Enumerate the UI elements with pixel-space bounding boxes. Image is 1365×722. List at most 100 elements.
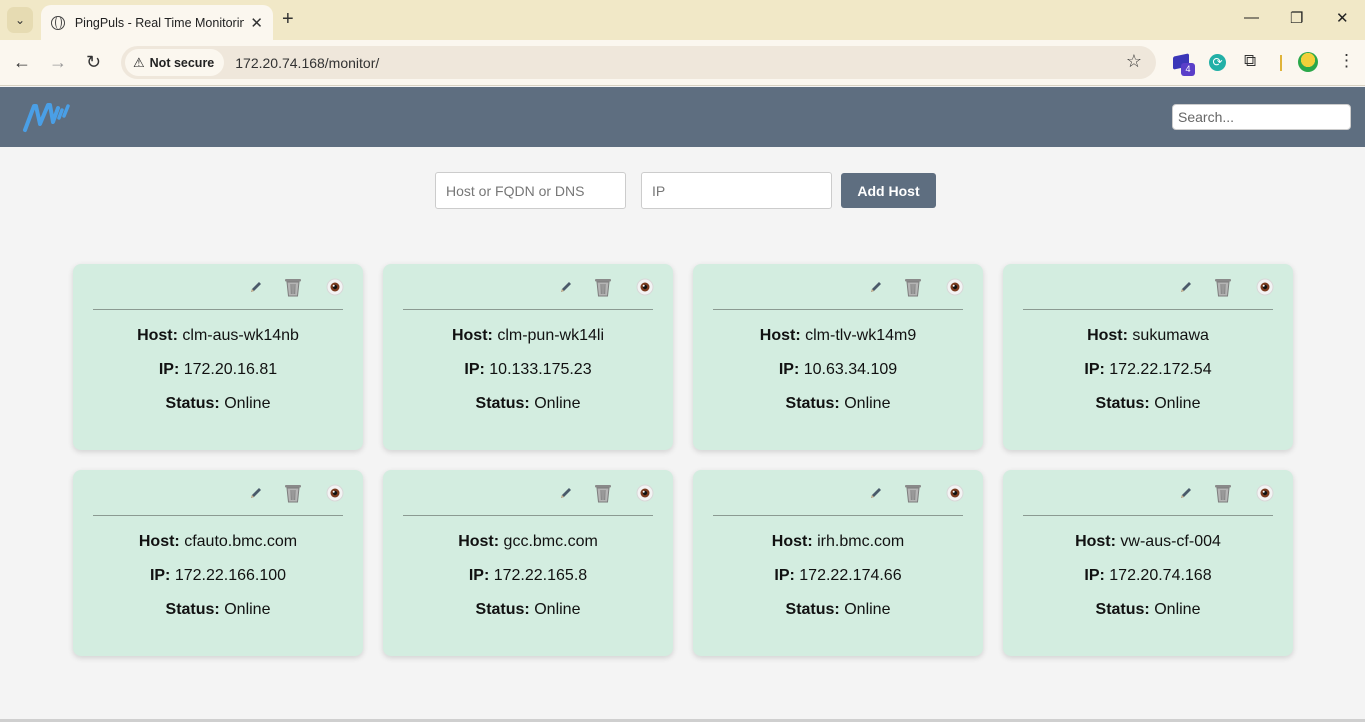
edit-pencil-icon[interactable] [247, 482, 265, 504]
extension-graduation-icon[interactable]: 4 [1173, 53, 1195, 76]
edit-pencil-icon[interactable] [1177, 482, 1195, 504]
search-input[interactable] [1172, 104, 1351, 130]
host-row: Host: clm-pun-wk14li [383, 327, 673, 345]
host-card: Host: sukumawa IP: 172.22.172.54 Status: O… [1003, 264, 1293, 450]
host-value: clm-tlv-wk14m9 [805, 327, 917, 344]
url-text[interactable]: 172.20.74.168/monitor/ [235, 55, 379, 71]
ip-label: IP: [778, 361, 800, 378]
host-row: Host: clm-tlv-wk14m9 [693, 327, 983, 345]
tab-search-button[interactable]: ⌄ [7, 7, 33, 33]
chevron-down-icon: ⌄ [14, 13, 26, 27]
card-divider [403, 309, 653, 310]
profile-avatar[interactable] [1298, 52, 1318, 72]
status-label: Status: [785, 601, 840, 618]
host-value: irh.bmc.com [817, 533, 905, 550]
host-value: cfauto.bmc.com [184, 533, 298, 550]
status-value: Online [224, 601, 271, 618]
host-label: Host: [771, 533, 813, 550]
status-row: Status: Online [693, 601, 983, 619]
ip-row: IP: 10.63.34.109 [693, 361, 983, 379]
host-row: Host: irh.bmc.com [693, 533, 983, 551]
eye-icon[interactable] [636, 276, 654, 298]
trash-icon[interactable] [594, 482, 612, 504]
extension-sync-icon[interactable]: ⟳ [1209, 54, 1226, 71]
status-value: Online [534, 395, 581, 412]
eye-icon[interactable] [636, 482, 654, 504]
eye-icon[interactable] [1256, 276, 1274, 298]
ip-label: IP: [774, 567, 795, 584]
browser-toolbar: ← → ↻ ⚠ Not secure 172.20.74.168/monitor… [0, 40, 1365, 86]
edit-pencil-icon[interactable] [557, 276, 575, 298]
host-label: Host: [1087, 327, 1128, 344]
edit-pencil-icon[interactable] [247, 276, 265, 298]
browser-tab[interactable]: PingPuls - Real Time Monitoring ✕ [41, 5, 273, 40]
status-row: Status: Online [383, 395, 673, 413]
host-label: Host: [759, 327, 801, 344]
host-input[interactable] [435, 172, 626, 209]
host-card: Host: irh.bmc.com IP: 172.22.174.66 Status… [693, 470, 983, 656]
ip-row: IP: 172.22.172.54 [1003, 361, 1293, 379]
host-row: Host: vw-aus-cf-004 [1003, 533, 1293, 551]
edit-pencil-icon[interactable] [557, 482, 575, 504]
eye-icon[interactable] [946, 276, 964, 298]
eye-icon[interactable] [946, 482, 964, 504]
status-label: Status: [165, 601, 220, 618]
forward-button[interactable]: → [49, 52, 67, 73]
extension-badge: 4 [1181, 63, 1195, 76]
eye-icon[interactable] [326, 482, 344, 504]
host-card: Host: gcc.bmc.com IP: 172.22.165.8 Status:… [383, 470, 673, 656]
trash-icon[interactable] [904, 482, 922, 504]
browser-menu-icon[interactable]: ⋮ [1338, 51, 1355, 71]
warning-icon: ⚠ [133, 54, 145, 70]
host-row: Host: cfauto.bmc.com [73, 533, 363, 551]
restore-button[interactable]: ❐ [1290, 9, 1303, 27]
ip-input[interactable] [641, 172, 832, 209]
trash-icon[interactable] [904, 276, 922, 298]
edit-pencil-icon[interactable] [867, 482, 885, 504]
close-window-button[interactable]: ✕ [1336, 9, 1349, 27]
trash-icon[interactable] [1214, 482, 1232, 504]
status-label: Status: [1095, 395, 1150, 412]
add-host-button[interactable]: Add Host [841, 173, 936, 208]
ip-row: IP: 172.20.16.81 [73, 361, 363, 379]
pingpuls-logo[interactable] [22, 100, 72, 139]
ip-row: IP: 10.133.175.23 [383, 361, 673, 379]
address-bar[interactable]: ⚠ Not secure 172.20.74.168/monitor/ ☆ [121, 46, 1156, 79]
trash-icon[interactable] [594, 276, 612, 298]
new-tab-button[interactable]: + [282, 8, 294, 31]
card-divider [1023, 309, 1273, 310]
trash-icon[interactable] [1214, 276, 1232, 298]
status-label: Status: [165, 395, 220, 412]
back-button[interactable]: ← [13, 52, 31, 73]
status-label: Status: [475, 601, 530, 618]
card-divider [93, 309, 343, 310]
trash-icon[interactable] [284, 482, 302, 504]
ip-value: 172.20.16.81 [183, 361, 278, 378]
eye-icon[interactable] [326, 276, 344, 298]
reload-button[interactable]: ↻ [86, 52, 101, 73]
status-value: Online [534, 601, 581, 618]
card-divider [403, 515, 653, 516]
status-label: Status: [785, 395, 840, 412]
ip-label: IP: [464, 361, 485, 378]
bookmark-star-icon[interactable]: ☆ [1126, 51, 1142, 72]
ip-label: IP: [468, 567, 490, 584]
host-value: clm-aus-wk14nb [182, 327, 299, 344]
status-row: Status: Online [693, 395, 983, 413]
close-tab-icon[interactable]: ✕ [250, 14, 263, 32]
card-divider [1023, 515, 1273, 516]
card-divider [713, 515, 963, 516]
status-value: Online [1154, 601, 1201, 618]
host-value: vw-aus-cf-004 [1120, 533, 1221, 550]
eye-icon[interactable] [1256, 482, 1274, 504]
trash-icon[interactable] [284, 276, 302, 298]
toolbar-divider [1280, 55, 1282, 71]
edit-pencil-icon[interactable] [867, 276, 885, 298]
extensions-puzzle-icon[interactable]: ⧉ [1244, 51, 1264, 71]
edit-pencil-icon[interactable] [1177, 276, 1195, 298]
host-card: Host: vw-aus-cf-004 IP: 172.20.74.168 Stat… [1003, 470, 1293, 656]
minimize-button[interactable]: — [1244, 9, 1259, 26]
security-chip[interactable]: ⚠ Not secure [125, 49, 225, 76]
status-value: Online [224, 395, 271, 412]
card-divider [93, 515, 343, 516]
